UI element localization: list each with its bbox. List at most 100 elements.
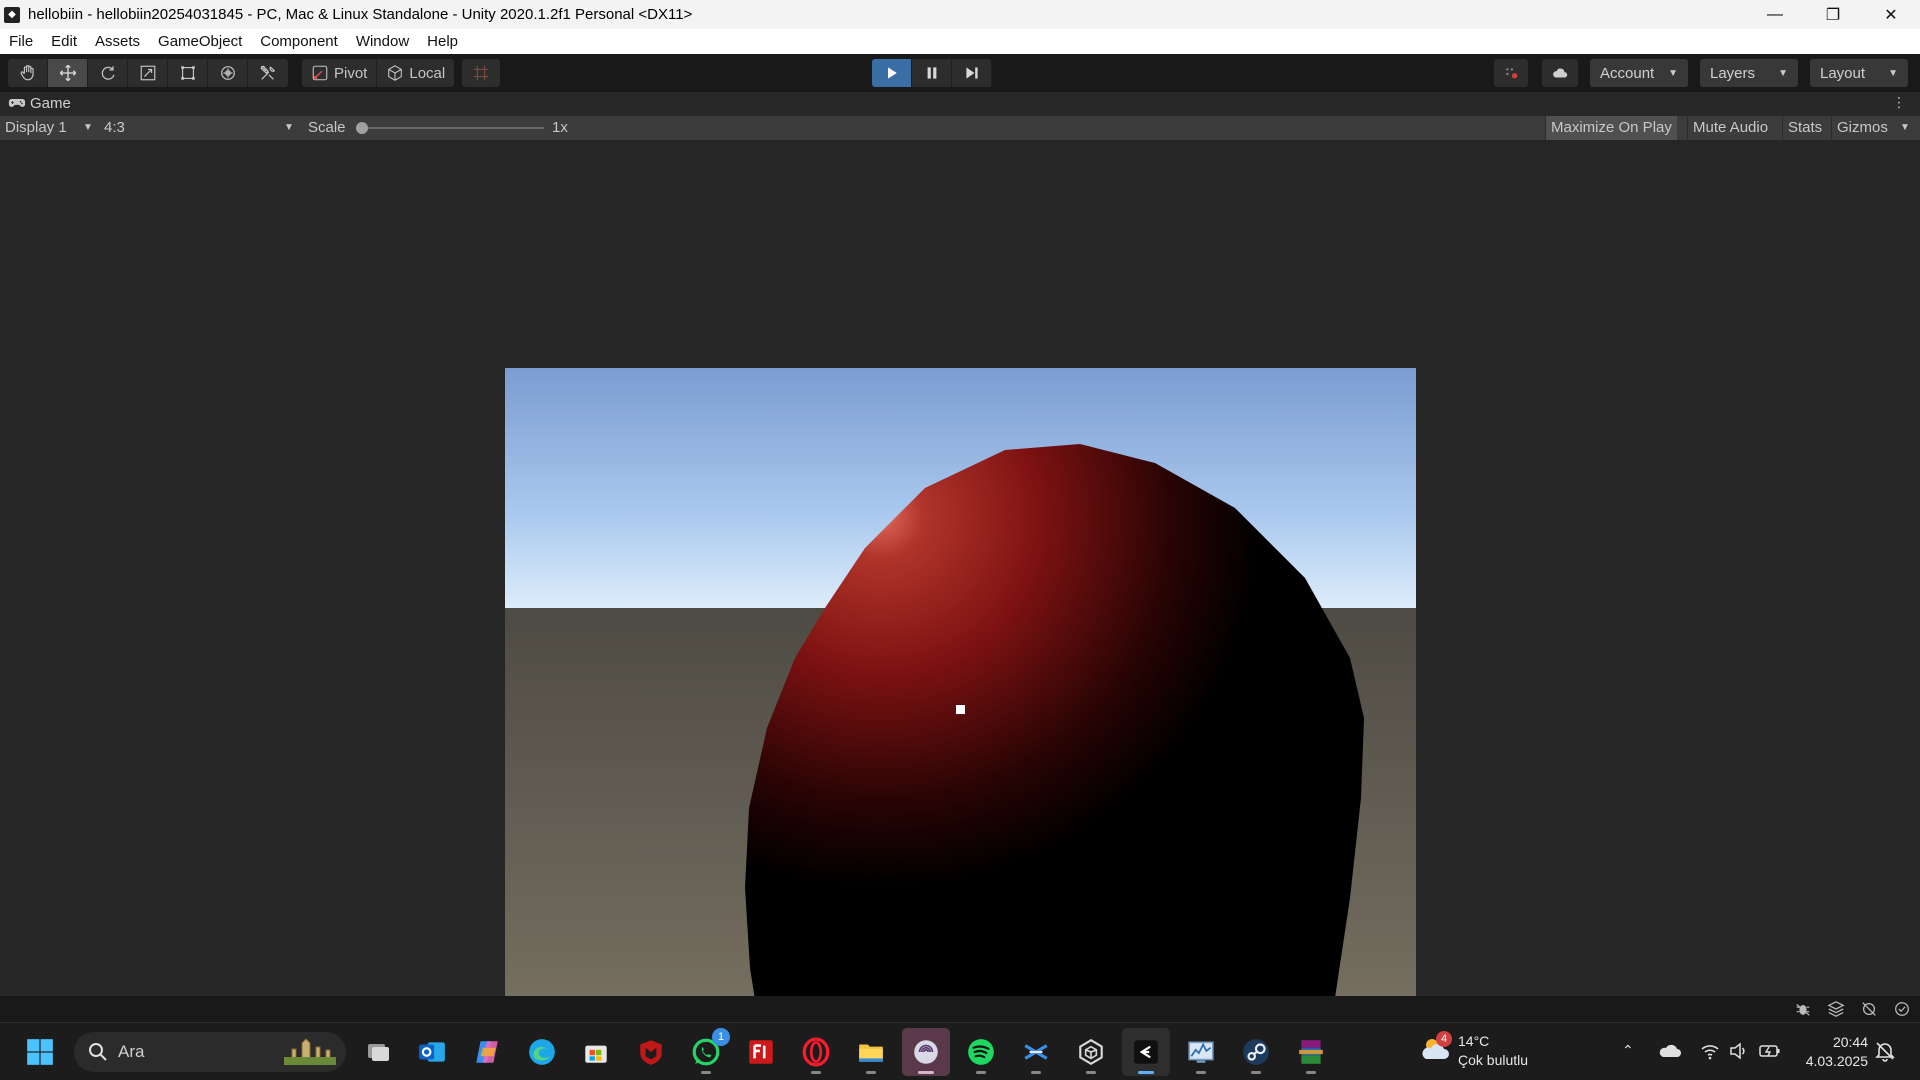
menu-window[interactable]: Window bbox=[347, 29, 418, 54]
move-icon bbox=[59, 64, 76, 82]
gizmos-toggle[interactable]: Gizmos bbox=[1831, 116, 1893, 140]
bug-icon[interactable] bbox=[1794, 1000, 1812, 1018]
stats-toggle[interactable]: Stats bbox=[1782, 116, 1827, 140]
flash-icon bbox=[749, 1040, 773, 1064]
taskbar-ea-app[interactable] bbox=[902, 1028, 950, 1076]
play-icon bbox=[887, 67, 897, 79]
taskbar-edge[interactable] bbox=[518, 1028, 566, 1076]
layers-stack-icon[interactable] bbox=[1827, 1000, 1845, 1018]
aspect-dropdown[interactable]: 4:3 ▼ bbox=[104, 116, 296, 140]
transform-tool-button[interactable] bbox=[208, 59, 248, 87]
aspect-label: 4:3 bbox=[104, 119, 125, 136]
restore-button[interactable]: ❐ bbox=[1804, 0, 1862, 29]
rect-tool-button[interactable] bbox=[168, 59, 208, 87]
folder-icon bbox=[859, 1044, 883, 1062]
window-title: hellobiin - hellobiin20254031845 - PC, M… bbox=[28, 6, 693, 23]
taskbar-unity-editor[interactable] bbox=[1122, 1028, 1170, 1076]
kebab-menu-icon[interactable]: ⋮ bbox=[1892, 94, 1906, 111]
close-button[interactable]: ✕ bbox=[1862, 0, 1920, 29]
menu-edit[interactable]: Edit bbox=[42, 29, 86, 54]
search-placeholder: Ara bbox=[118, 1042, 145, 1061]
layers-dropdown[interactable]: Layers ▼ bbox=[1700, 59, 1798, 87]
scale-tool-button[interactable] bbox=[128, 59, 168, 87]
pivot-toggle[interactable]: Pivot bbox=[302, 59, 378, 87]
menu-assets[interactable]: Assets bbox=[86, 29, 149, 54]
mcafee-shield-icon bbox=[640, 1040, 662, 1065]
display-dropdown[interactable]: Display 1 ▼ bbox=[5, 116, 95, 140]
taskbar-task-view[interactable] bbox=[354, 1028, 402, 1076]
taskbar-flash[interactable] bbox=[737, 1028, 785, 1076]
notification-bell-icon[interactable] bbox=[1874, 1040, 1896, 1062]
start-button[interactable] bbox=[16, 1028, 64, 1076]
game-render-viewport[interactable] bbox=[505, 368, 1416, 1051]
taskbar-microsoft-store[interactable] bbox=[572, 1028, 620, 1076]
running-indicator bbox=[1251, 1071, 1261, 1074]
taskbar-unity-hub[interactable] bbox=[1067, 1028, 1115, 1076]
custom-tool-button[interactable] bbox=[248, 59, 288, 87]
search-icon bbox=[89, 1043, 107, 1061]
check-circle-icon[interactable] bbox=[1893, 1000, 1911, 1018]
chevron-down-icon: ▼ bbox=[1668, 67, 1678, 79]
minimize-button[interactable]: — bbox=[1746, 0, 1804, 29]
lighting-icon[interactable] bbox=[1860, 1000, 1878, 1018]
menu-gameobject[interactable]: GameObject bbox=[149, 29, 251, 54]
battery-charging-icon[interactable] bbox=[1758, 1041, 1782, 1061]
chevron-down-icon: ▼ bbox=[1778, 67, 1788, 79]
taskbar-search[interactable]: Ara bbox=[74, 1032, 346, 1072]
layout-dropdown[interactable]: Layout ▼ bbox=[1810, 59, 1908, 87]
layers-label: Layers bbox=[1710, 64, 1756, 82]
move-tool-button[interactable] bbox=[48, 59, 88, 87]
taskbar-opera[interactable] bbox=[792, 1028, 840, 1076]
taskbar-whatsapp[interactable]: 1 bbox=[682, 1028, 730, 1076]
taskbar-monitor-app[interactable] bbox=[1177, 1028, 1225, 1076]
volume-icon[interactable] bbox=[1728, 1041, 1748, 1061]
local-toggle[interactable]: Local bbox=[377, 59, 454, 87]
account-label: Account bbox=[1600, 64, 1655, 82]
weather-temp: 14°C bbox=[1458, 1033, 1490, 1049]
rotate-tool-button[interactable] bbox=[88, 59, 128, 87]
taskbar-outlook[interactable] bbox=[408, 1028, 456, 1076]
grid-snap-button[interactable] bbox=[462, 59, 500, 87]
taskbar-winrar[interactable] bbox=[1287, 1028, 1335, 1076]
onedrive-cloud-icon[interactable] bbox=[1658, 1041, 1682, 1061]
unity-app-icon: ◆ bbox=[4, 6, 20, 23]
hand-tool-button[interactable] bbox=[8, 59, 48, 87]
menu-file[interactable]: File bbox=[0, 29, 42, 54]
cloud-services-button[interactable] bbox=[1542, 59, 1578, 87]
local-cube-icon bbox=[388, 65, 403, 81]
scale-slider-thumb[interactable] bbox=[356, 122, 368, 134]
gizmos-chevron-down-icon[interactable]: ▼ bbox=[1900, 116, 1910, 140]
collab-button[interactable] bbox=[1494, 59, 1528, 87]
grid-snap-icon bbox=[473, 65, 489, 81]
step-icon bbox=[965, 67, 978, 79]
pivot-local-group: Pivot Local bbox=[302, 59, 455, 87]
step-button[interactable] bbox=[952, 59, 992, 87]
show-hidden-icons-chevron-up-icon[interactable]: ⌃ bbox=[1622, 1042, 1634, 1059]
system-clock[interactable]: 20:44 4.03.2025 bbox=[1806, 1033, 1868, 1071]
taskbar-blender[interactable] bbox=[1012, 1028, 1060, 1076]
cloud-group bbox=[1542, 59, 1578, 87]
taskbar-mcafee[interactable] bbox=[627, 1028, 675, 1076]
performance-monitor-icon bbox=[1188, 1041, 1214, 1063]
scale-slider-track[interactable] bbox=[360, 127, 544, 129]
task-view-icon bbox=[368, 1044, 389, 1061]
account-dropdown[interactable]: Account ▼ bbox=[1590, 59, 1688, 87]
taskbar-spotify[interactable] bbox=[957, 1028, 1005, 1076]
pause-button[interactable] bbox=[912, 59, 952, 87]
wifi-icon[interactable] bbox=[1700, 1041, 1720, 1061]
whatsapp-badge: 1 bbox=[712, 1028, 730, 1046]
scale-value: 1x bbox=[552, 119, 568, 136]
clock-time: 20:44 bbox=[1832, 1034, 1868, 1050]
mute-audio-toggle[interactable]: Mute Audio bbox=[1687, 116, 1773, 140]
maximize-on-play-toggle[interactable]: Maximize On Play bbox=[1545, 116, 1677, 140]
taskbar-steam[interactable] bbox=[1232, 1028, 1280, 1076]
status-bar bbox=[0, 996, 1920, 1022]
running-indicator bbox=[811, 1071, 821, 1074]
taskbar-copilot[interactable] bbox=[463, 1028, 511, 1076]
taskbar-file-explorer[interactable] bbox=[847, 1028, 895, 1076]
play-button[interactable] bbox=[872, 59, 912, 87]
tab-game[interactable]: Game bbox=[8, 95, 71, 112]
windows-logo-icon bbox=[27, 1039, 53, 1065]
menu-help[interactable]: Help bbox=[418, 29, 467, 54]
menu-component[interactable]: Component bbox=[251, 29, 347, 54]
